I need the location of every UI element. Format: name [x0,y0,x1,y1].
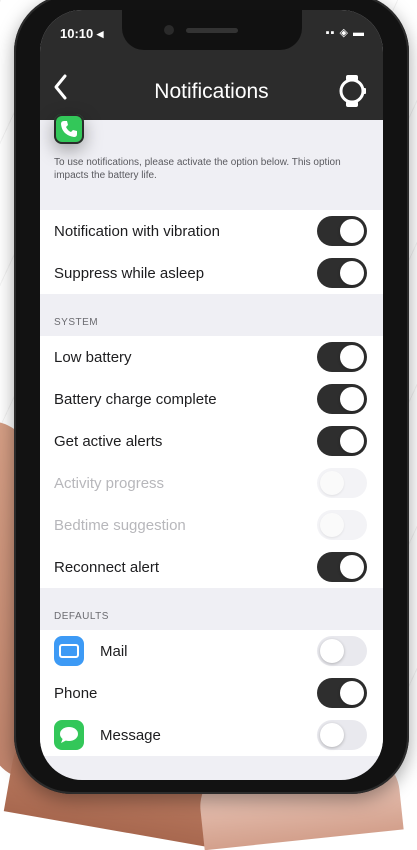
section-header-system: SYSTEM [54,317,99,328]
low-battery-toggle[interactable] [317,342,367,372]
setting-row-notification-with-vibration: Notification with vibration [40,210,383,252]
setting-label: Bedtime suggestion [54,516,186,534]
setting-row-activity-progress: Activity progress [40,462,383,504]
mail-toggle[interactable] [317,636,367,666]
setting-row-suppress-while-asleep: Suppress while asleep [40,252,383,294]
watch-icon[interactable] [337,74,367,108]
setting-label: Low battery [54,348,132,366]
notch [122,10,302,50]
toggle-knob [320,513,344,537]
status-indicators: ▪▪ ◈ ▬ [325,27,365,39]
app-info: Phone [54,114,98,702]
app-label: Phone [54,684,98,702]
toggle-knob [340,555,364,579]
phone-icon [54,114,84,144]
suppress-while-asleep-toggle[interactable] [317,258,367,288]
info-text: To use notifications, please activate th… [54,157,341,181]
general-group: Notification with vibration Suppress whil… [40,210,383,294]
setting-row-battery-charge-complete: Battery charge complete [40,378,383,420]
notification-with-vibration-toggle[interactable] [317,216,367,246]
page-title: Notifications [154,80,269,103]
setting-label: Reconnect alert [54,558,160,576]
setting-row-bedtime-suggestion: Bedtime suggestion [40,504,383,546]
camera-icon [164,25,174,35]
setting-label: Notification with vibration [54,222,220,240]
toggle-knob [340,219,364,243]
default-row-message: Message [40,714,383,756]
toggle-knob [320,471,344,495]
get-active-alerts-toggle[interactable] [317,426,367,456]
phone-toggle[interactable] [317,678,367,708]
setting-row-low-battery: Low battery [40,336,383,378]
status-bar: 10:10 ◂ ▪▪ ◈ ▬ [40,10,383,60]
toggle-knob [340,429,364,453]
mail-icon [54,636,84,666]
toggle-knob [340,387,364,411]
setting-label: Battery charge complete [54,390,217,408]
message-icon [54,720,84,750]
app-info: Message [54,720,161,750]
message-toggle[interactable] [317,720,367,750]
phone-screen: 10:10 ◂ ▪▪ ◈ ▬ Notifications To use noti… [40,10,383,780]
setting-label: Activity progress [54,474,165,492]
setting-row-get-active-alerts: Get active alerts [40,420,383,462]
section-header-defaults: DEFAULTS [54,611,109,622]
nav-bar: Notifications [40,60,383,120]
toggle-knob [320,723,344,747]
reconnect-alert-toggle[interactable] [317,552,367,582]
defaults-group: Mail Phone Message [40,114,383,756]
setting-label: Suppress while asleep [54,264,205,282]
system-group: Low battery Battery charge complete Get ac… [40,336,383,588]
status-time: 10:10 ◂ [60,26,104,41]
toggle-knob [340,261,364,285]
app-label: Message [100,726,161,744]
settings-content: To use notifications, please activate th… [40,114,383,780]
toggle-knob [340,345,364,369]
app-info: Mail [54,636,128,666]
setting-label: Get active alerts [54,432,163,450]
default-row-phone: Phone [40,114,383,714]
setting-row-reconnect-alert: Reconnect alert [40,546,383,588]
app-label: Mail [100,642,128,660]
speaker-grille [186,28,238,33]
toggle-knob [320,639,344,663]
default-row-mail: Mail [40,630,383,672]
phone-device: 10:10 ◂ ▪▪ ◈ ▬ Notifications To use noti… [14,0,409,794]
toggle-knob [340,681,364,705]
activity-progress-toggle [317,468,367,498]
bedtime-suggestion-toggle [317,510,367,540]
battery-charge-complete-toggle[interactable] [317,384,367,414]
